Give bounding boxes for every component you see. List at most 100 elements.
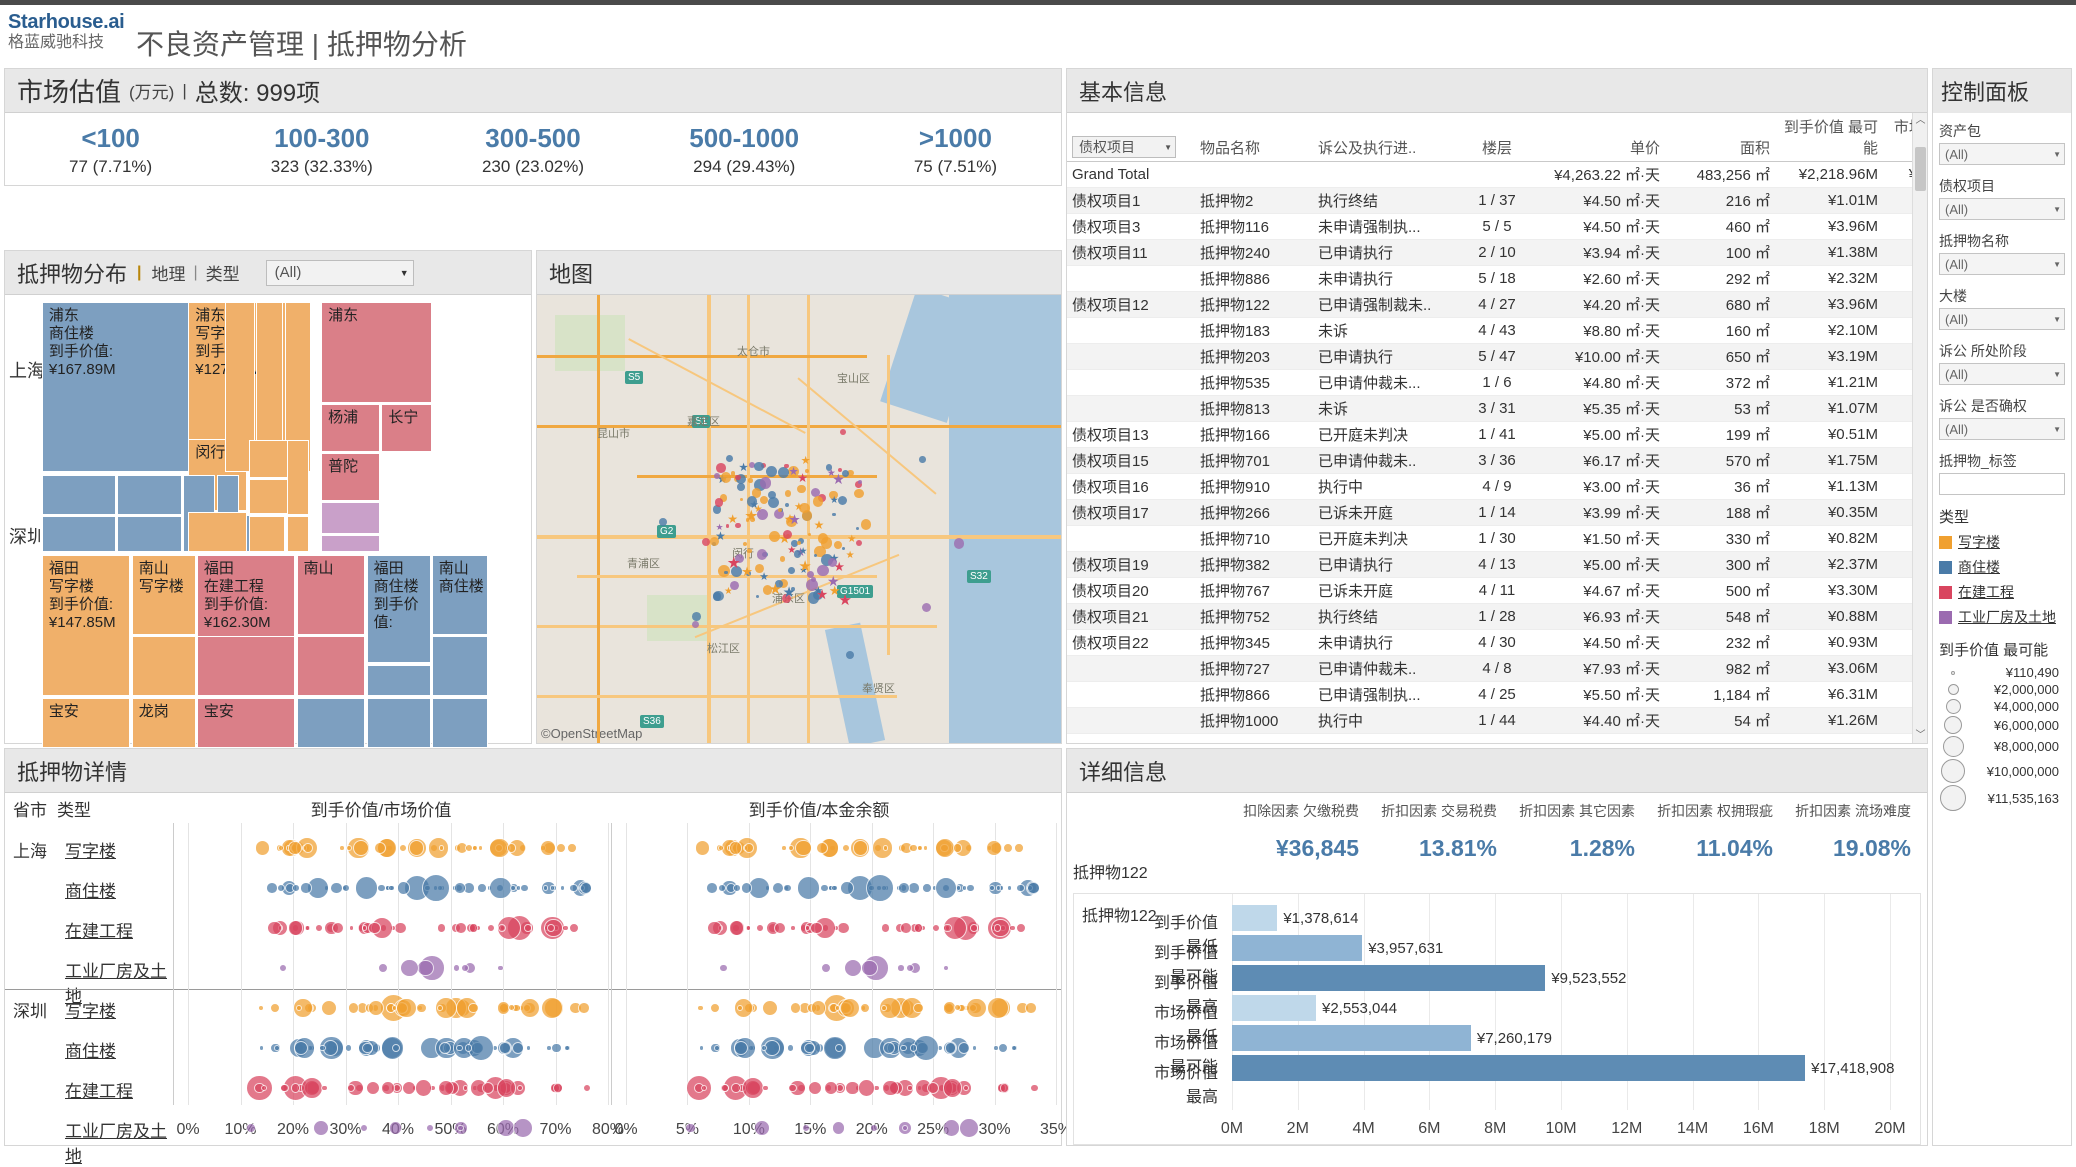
table-row[interactable]: 债权项目13 抵押物166 已开庭未判决 1 / 41 ¥5.00 ㎡·天 199 ㎡ ¥0… <box>1067 421 1927 448</box>
scroll-down-icon[interactable]: ﹀ <box>1913 728 1928 743</box>
filter-dropdown[interactable]: (All) ▼ <box>1939 198 2065 220</box>
treemap-cell[interactable] <box>296 697 366 749</box>
scatter-bubble[interactable] <box>912 1002 924 1014</box>
scatter-bubble[interactable] <box>970 924 978 932</box>
scatter-bubble[interactable] <box>465 1044 473 1052</box>
scatter-bubble[interactable] <box>388 1121 403 1135</box>
map-marker[interactable] <box>793 549 802 558</box>
filter-text-input[interactable] <box>1939 473 2065 495</box>
scatter-bubble[interactable] <box>882 1041 895 1055</box>
map-marker[interactable] <box>759 495 769 505</box>
detail-type-label[interactable]: 写字楼 <box>65 997 116 1022</box>
legend-item[interactable]: 写字楼 <box>1939 532 2065 552</box>
scatter-bubble[interactable] <box>257 1004 265 1012</box>
map-marker[interactable] <box>919 456 926 463</box>
treemap-cell[interactable]: 普陀 <box>321 453 381 501</box>
scatter-bubble[interactable] <box>858 1079 876 1097</box>
table-row[interactable]: 抵押物203已申请执行5 / 47¥10.00 ㎡·天650 ㎡¥3.19M¥6… <box>1067 343 1927 370</box>
scatter-bubble[interactable] <box>754 1120 771 1136</box>
scatter-bubble[interactable] <box>461 964 470 972</box>
map-marker[interactable] <box>692 612 701 622</box>
table-row[interactable]: 债权项目20 抵押物767 已诉未开庭 4 / 11 ¥4.67 ㎡·天 500 ㎡ ¥3.… <box>1067 577 1927 604</box>
scatter-bubble[interactable] <box>542 885 549 891</box>
scatter-bubble[interactable] <box>931 923 941 933</box>
filter-dropdown[interactable]: (All) ▼ <box>1939 418 2065 440</box>
treemap-cell[interactable] <box>366 697 431 749</box>
column-header[interactable]: 到手价值 最可能 <box>1775 113 1883 162</box>
scatter-bubble[interactable] <box>496 1078 517 1098</box>
scatter-bubble[interactable] <box>843 958 862 978</box>
scatter-bubble[interactable] <box>694 840 710 856</box>
map-marker[interactable] <box>810 577 816 583</box>
scatter-bubble[interactable] <box>944 1042 957 1054</box>
scatter-bubble[interactable] <box>477 883 487 893</box>
treemap-cell[interactable] <box>296 635 366 697</box>
map-marker[interactable] <box>739 497 744 501</box>
map-marker[interactable] <box>779 556 786 563</box>
scatter-bubble[interactable] <box>293 1040 308 1055</box>
scatter-bubble[interactable] <box>348 925 355 931</box>
map-marker[interactable] <box>742 541 747 546</box>
treemap-cell[interactable] <box>196 635 296 697</box>
scatter-bubble[interactable] <box>966 997 987 1019</box>
scatter-bubble[interactable] <box>274 1045 280 1051</box>
scatter-bubble[interactable] <box>513 1118 533 1138</box>
treemap-filter-dropdown[interactable]: (All) ▼ <box>265 259 414 286</box>
table-row[interactable]: 债权项目3 抵押物116 未申请强制执... 5 / 5 ¥4.50 ㎡·天 460 ㎡ ¥… <box>1067 213 1927 240</box>
scatter-bubble[interactable] <box>907 1085 913 1091</box>
map-marker[interactable] <box>839 429 846 435</box>
map-marker[interactable] <box>725 524 730 528</box>
scatter-bubble[interactable] <box>728 841 743 855</box>
scatter-bubble[interactable] <box>786 1044 795 1052</box>
scatter-bubble[interactable] <box>300 1076 323 1099</box>
scatter-bubble[interactable] <box>997 1042 1009 1054</box>
scatter-bubble[interactable] <box>330 881 343 895</box>
detail-type-label[interactable]: 在建工程 <box>65 1077 133 1102</box>
map-marker-star[interactable]: ★ <box>727 512 738 526</box>
scatter-bubble[interactable] <box>733 884 741 892</box>
scatter-bubble[interactable] <box>315 924 324 932</box>
scatter-bubble[interactable] <box>378 962 389 974</box>
scatter-bubble[interactable] <box>820 962 831 974</box>
scatter-bubble[interactable] <box>744 843 754 853</box>
map-marker[interactable] <box>710 537 720 547</box>
map-marker[interactable] <box>785 502 790 507</box>
map-marker[interactable] <box>804 468 809 473</box>
map-marker[interactable] <box>797 485 806 494</box>
scatter-bubble[interactable] <box>835 1005 841 1011</box>
scatter-bubble[interactable] <box>520 883 530 893</box>
scatter-bubble[interactable] <box>905 964 914 972</box>
scatter-bubble[interactable] <box>714 1045 720 1051</box>
map-marker-star[interactable]: ★ <box>759 571 769 584</box>
scatter-bubble[interactable] <box>288 920 304 936</box>
scatter-bubble[interactable] <box>288 841 302 855</box>
scatter-bubble[interactable] <box>771 881 785 895</box>
scatter-bubble[interactable] <box>839 997 861 1019</box>
scatter-bubble[interactable] <box>1025 1002 1037 1014</box>
scatter-bubble[interactable] <box>698 1045 704 1051</box>
scatter-bubble[interactable] <box>731 1083 741 1093</box>
scatter-bubble[interactable] <box>881 1005 887 1011</box>
scatter-bubble[interactable] <box>438 1041 451 1055</box>
scatter-bubble[interactable] <box>783 883 792 893</box>
scatter-bubble[interactable] <box>961 885 968 891</box>
table-row[interactable]: 抵押物710已开庭未判决1 / 30¥1.50 ㎡·天330 ㎡¥0.82M¥2… <box>1067 525 1927 552</box>
map-marker-star[interactable]: ★ <box>788 513 800 527</box>
scatter-bubble[interactable] <box>331 921 345 935</box>
bar[interactable] <box>1232 1025 1471 1051</box>
scatter-bubble[interactable] <box>761 999 779 1017</box>
scatter-bubble[interactable] <box>804 1042 815 1054</box>
scatter-bubble[interactable] <box>388 884 395 892</box>
bar[interactable] <box>1232 995 1316 1021</box>
table-row[interactable]: 抵押物535 已申请仲裁未... 1 / 6 ¥4.80 ㎡·天 372 ㎡ ¥1.21M… <box>1067 369 1927 396</box>
bar[interactable] <box>1232 1055 1806 1081</box>
map-marker-star[interactable]: ★ <box>798 559 811 574</box>
bar[interactable] <box>1232 905 1278 931</box>
scatter-bubble[interactable] <box>292 884 301 892</box>
scatter-bubble[interactable] <box>804 925 810 931</box>
scatter-bubble[interactable] <box>321 1084 328 1092</box>
bar[interactable] <box>1232 935 1363 961</box>
map-marker[interactable] <box>860 518 872 530</box>
map-marker-star[interactable]: ★ <box>814 585 824 598</box>
scatter-bubble[interactable] <box>756 924 765 932</box>
